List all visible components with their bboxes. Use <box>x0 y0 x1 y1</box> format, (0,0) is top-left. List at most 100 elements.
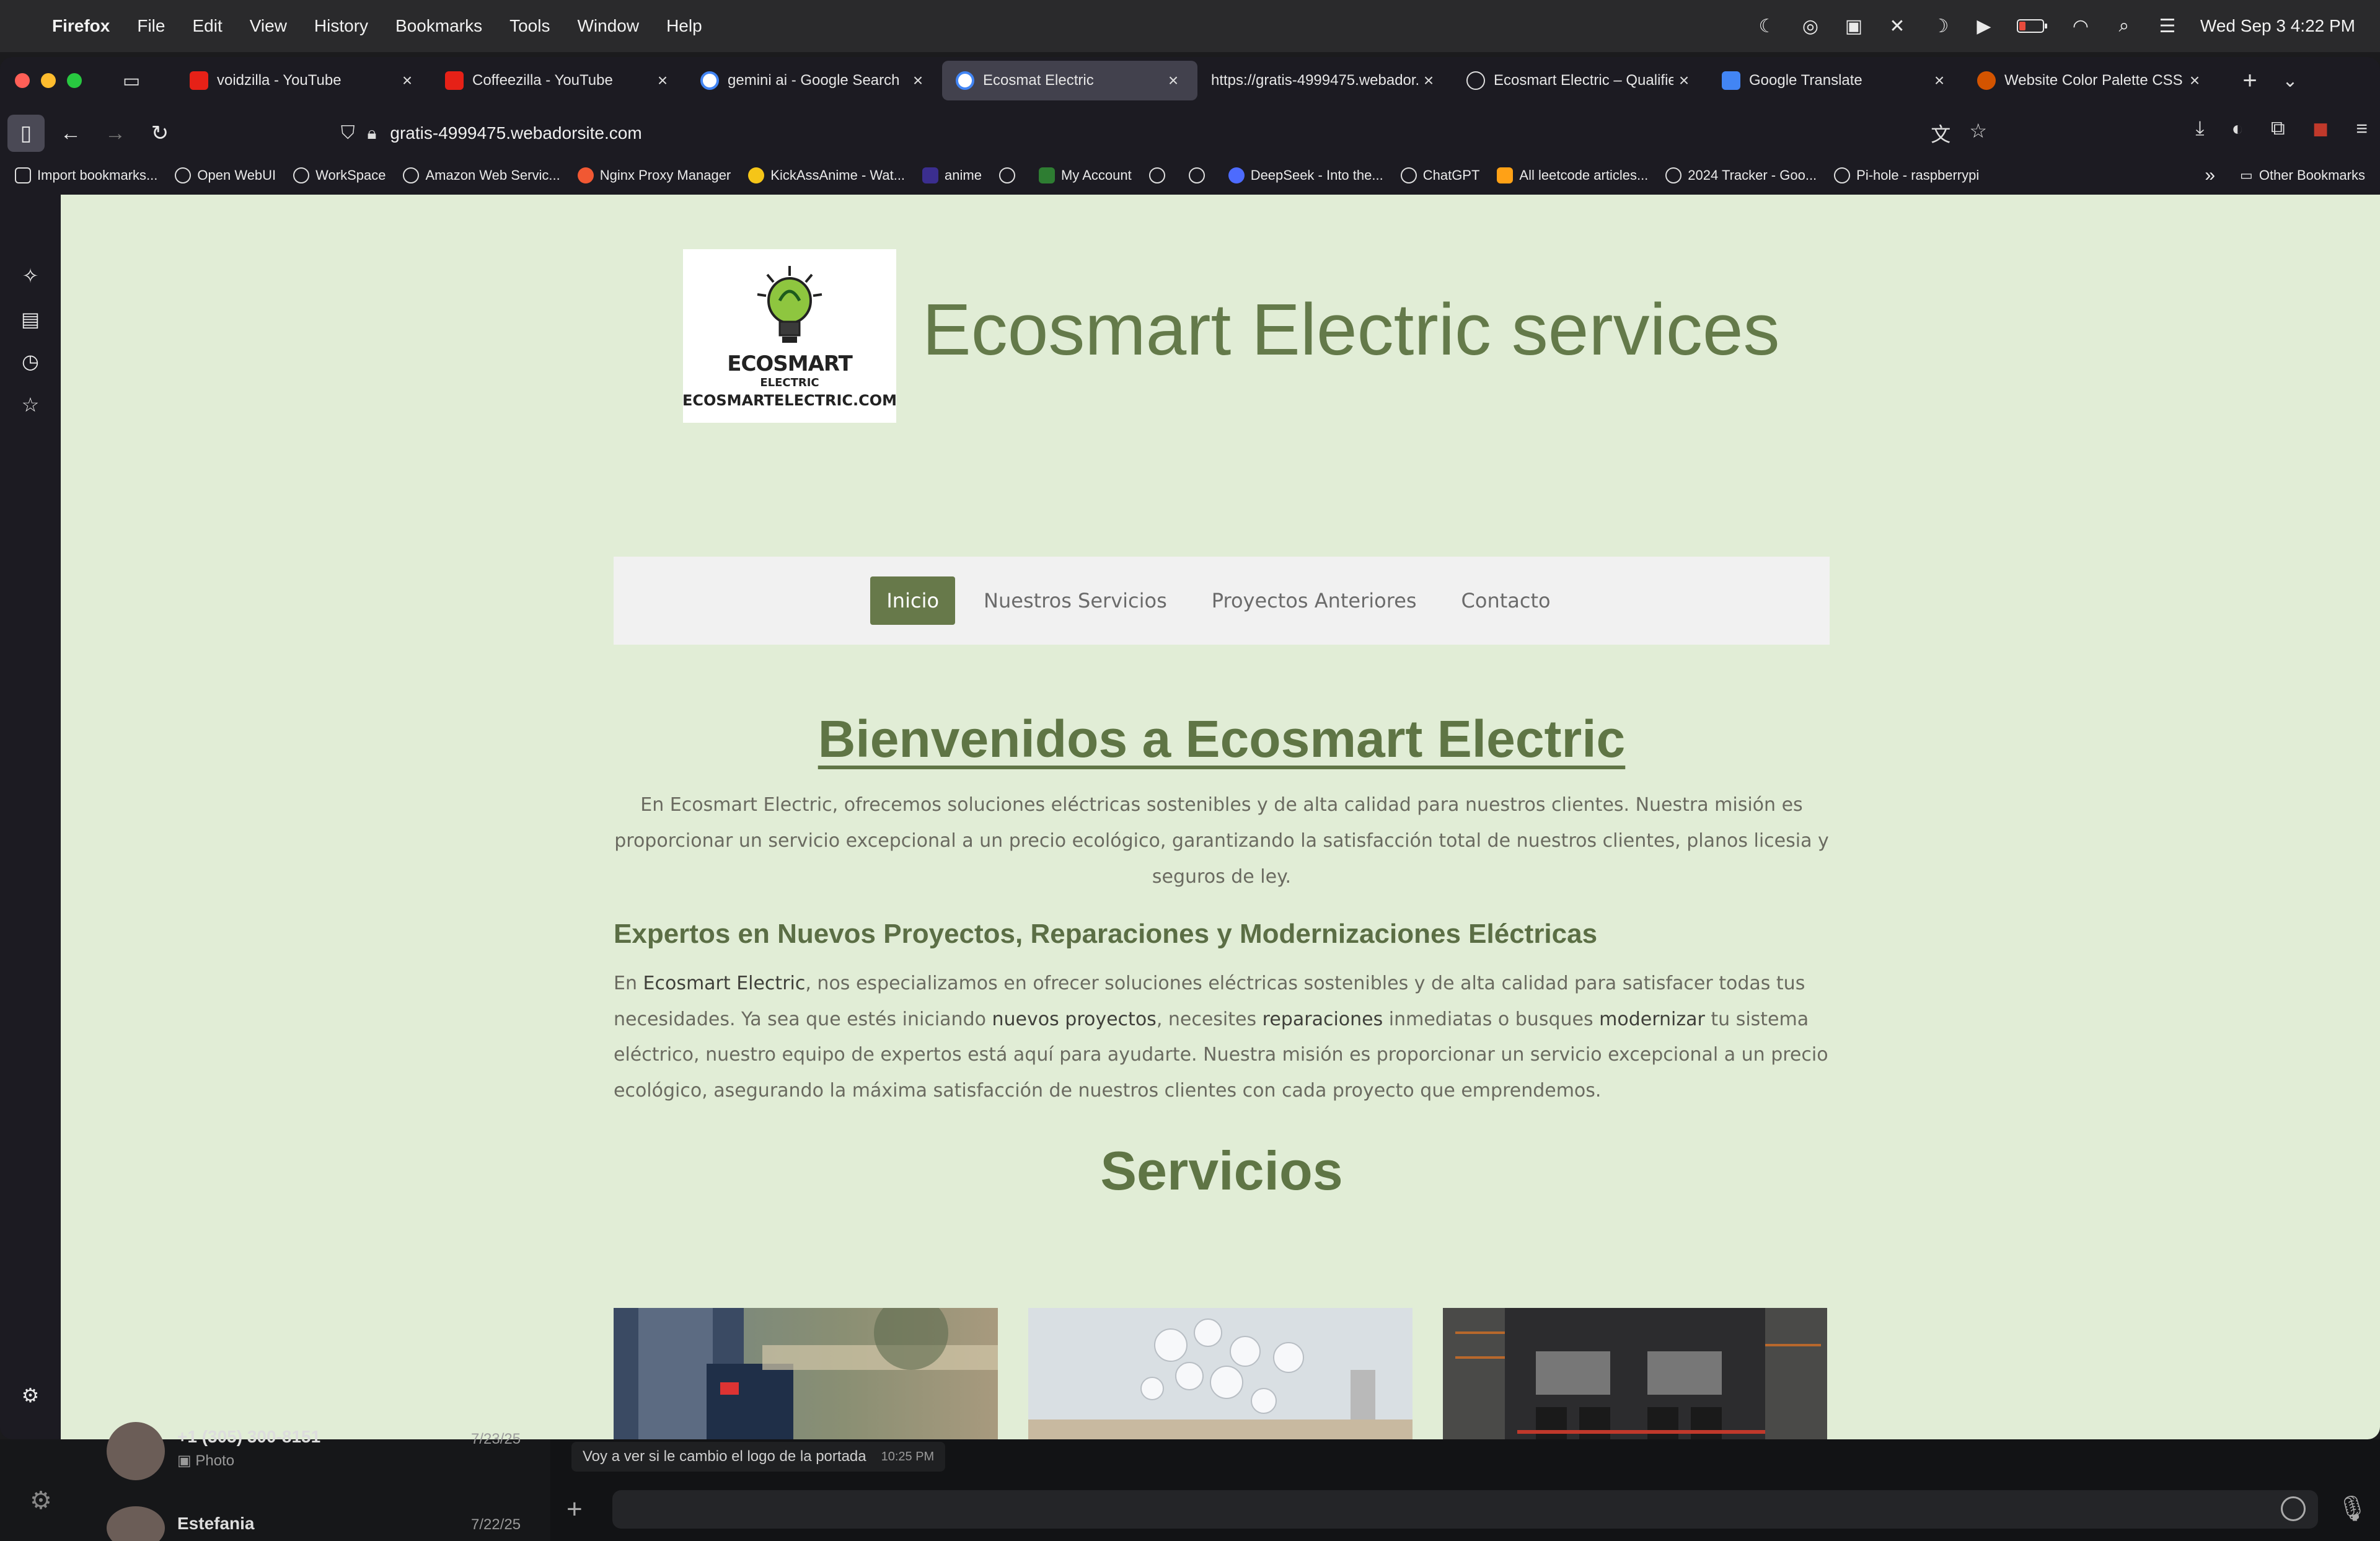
tab-ecosmart-qualified[interactable]: Ecosmart Electric – Qualified × <box>1453 61 1708 100</box>
bookmark-anime[interactable]: anime <box>922 167 982 183</box>
extensions-icon[interactable]: ⧉ <box>2271 117 2285 140</box>
bookmark-kickassanime[interactable]: KickAssAnime - Wat... <box>748 167 905 183</box>
welcome-heading[interactable]: Bienvenidos a Ecosmart Electric <box>614 709 1830 769</box>
bookmark-workspace[interactable]: WorkSpace <box>293 167 386 183</box>
list-all-tabs-chevron-icon[interactable]: ⌄ <box>2268 70 2312 92</box>
menu-view[interactable]: View <box>250 16 287 36</box>
message-compose-input[interactable] <box>612 1490 2318 1529</box>
history-clock-icon[interactable]: ◷ <box>17 348 43 374</box>
menu-tools[interactable]: Tools <box>509 16 550 36</box>
menu-help[interactable]: Help <box>666 16 702 36</box>
tab-coffeezilla[interactable]: Coffeezilla - YouTube × <box>431 61 687 100</box>
emoji-icon[interactable] <box>2281 1496 2306 1521</box>
new-tab-button[interactable]: + <box>2231 67 2268 95</box>
forward-arrow-icon[interactable]: → <box>97 115 134 152</box>
hamburger-menu-icon[interactable]: ≡ <box>2356 117 2368 140</box>
close-window-button[interactable] <box>15 73 30 88</box>
back-arrow-icon[interactable]: ← <box>52 115 89 152</box>
nav-proyectos-anteriores[interactable]: Proyectos Anteriores <box>1189 576 1439 625</box>
bookmark-aws[interactable]: Amazon Web Servic... <box>403 167 560 183</box>
chat-contact-name[interactable]: +1 (305) 300-8151 <box>177 1427 320 1447</box>
close-tab-icon[interactable]: × <box>1673 71 1695 91</box>
sidebar-toggle-icon[interactable]: ▯ <box>7 115 45 152</box>
chat-preview-text: Photo <box>195 1452 235 1469</box>
lock-icon[interactable]: 🔒︎ <box>368 123 377 144</box>
service-image-ev-charger[interactable] <box>614 1308 998 1439</box>
moon-crescent-icon[interactable]: ☾ <box>1756 15 1778 37</box>
service-image-lighting[interactable] <box>1028 1308 1413 1439</box>
menu-file[interactable]: File <box>137 16 165 36</box>
play-icon[interactable]: ▶ <box>1973 15 1994 37</box>
account-icon[interactable]: ◐ <box>2232 117 2244 140</box>
bookmark-star-icon[interactable]: ☆ <box>1969 119 1987 148</box>
synced-tabs-icon[interactable]: ▤ <box>17 306 43 332</box>
bookmark-import[interactable]: Import bookmarks... <box>15 167 157 183</box>
tab-google-translate[interactable]: Google Translate × <box>1708 61 1963 100</box>
menu-bookmarks[interactable]: Bookmarks <box>395 16 482 36</box>
close-tab-icon[interactable]: × <box>652 71 673 91</box>
menu-window[interactable]: Window <box>577 16 639 36</box>
service-image-electrical-panel[interactable] <box>1443 1308 1827 1439</box>
site-logo[interactable]: ECOSMART ELECTRIC ECOSMARTELECTRIC.COM <box>682 249 897 423</box>
chat-contact-preview: ▣ Photo <box>177 1452 234 1470</box>
url-text[interactable]: gratis-4999475.webadorsite.com <box>390 123 641 143</box>
attach-plus-icon[interactable]: + <box>566 1494 583 1525</box>
menubar-datetime[interactable]: Wed Sep 3 4:22 PM <box>2200 16 2355 36</box>
battery-icon[interactable] <box>2016 15 2048 37</box>
status-circle-icon[interactable]: ◎ <box>1800 15 1821 37</box>
close-tab-icon[interactable]: × <box>907 71 928 91</box>
tab-ecosmat-electric[interactable]: Ecosmat Electric × <box>942 61 1197 100</box>
search-icon[interactable]: ⌕ <box>2113 15 2135 37</box>
microphone-icon[interactable]: 🎙︎ <box>2337 1494 2368 1523</box>
wifi-icon[interactable]: ◠ <box>2070 15 2091 37</box>
chat-contact-name[interactable]: Estefania <box>177 1514 255 1534</box>
minimize-window-button[interactable] <box>41 73 56 88</box>
bookmark-leetcode[interactable]: All leetcode articles... <box>1497 167 1648 183</box>
bookmarks-star-icon[interactable]: ☆ <box>17 392 43 418</box>
bookmark-2024-tracker[interactable]: 2024 Tracker - Goo... <box>1665 167 1817 183</box>
muted-icon[interactable]: ✕ <box>1887 15 1908 37</box>
reload-icon[interactable]: ↻ <box>141 115 178 152</box>
shield-icon[interactable]: ⛉ <box>341 123 355 144</box>
bookmark-nginx[interactable]: Nginx Proxy Manager <box>577 167 731 183</box>
avatar[interactable] <box>107 1422 165 1480</box>
menu-history[interactable]: History <box>314 16 368 36</box>
close-tab-icon[interactable]: × <box>397 71 418 91</box>
bookmark-globe-1[interactable] <box>998 167 1021 183</box>
address-bar[interactable]: ⛉ 🔒︎ gratis-4999475.webadorsite.com 文 ☆ <box>328 114 2002 152</box>
control-center-icon[interactable]: ☰ <box>2157 15 2178 37</box>
other-bookmarks-folder[interactable]: ▭ Other Bookmarks <box>2240 167 2365 183</box>
bookmark-my-account[interactable]: My Account <box>1038 167 1132 183</box>
chevrons-right-icon[interactable]: » <box>2205 165 2215 186</box>
close-tab-icon[interactable]: × <box>1418 71 1439 91</box>
nav-inicio[interactable]: Inicio <box>870 576 956 625</box>
zoom-window-button[interactable] <box>67 73 82 88</box>
close-tab-icon[interactable]: × <box>2184 71 2205 91</box>
extension-badge-icon[interactable]: ◼ <box>2312 117 2329 140</box>
tab-gemini-search[interactable]: gemini ai - Google Search × <box>687 61 942 100</box>
bookmark-globe-3[interactable] <box>1188 167 1211 183</box>
focus-moon-icon[interactable]: ☽ <box>1930 15 1951 37</box>
tab-overview-icon[interactable]: ▭ <box>118 67 145 94</box>
robot-icon[interactable]: ▣ <box>1843 15 1864 37</box>
nav-nuestros-servicios[interactable]: Nuestros Servicios <box>961 576 1189 625</box>
bookmark-pihole[interactable]: Pi-hole - raspberrypi <box>1834 167 1979 183</box>
settings-gear-icon[interactable]: ⚙ <box>17 1382 43 1408</box>
bookmark-globe-2[interactable] <box>1148 167 1171 183</box>
close-tab-icon[interactable]: × <box>1929 71 1950 91</box>
bookmark-deepseek[interactable]: DeepSeek - Into the... <box>1228 167 1383 183</box>
bookmark-chatgpt[interactable]: ChatGPT <box>1400 167 1479 183</box>
tab-color-palette[interactable]: Website Color Palette CSS S × <box>1963 61 2219 100</box>
menu-app-name[interactable]: Firefox <box>52 16 110 36</box>
chat-settings-gear-icon[interactable]: ⚙ <box>30 1486 52 1515</box>
ai-sparkle-icon[interactable]: ✧ <box>17 263 43 289</box>
nav-contacto[interactable]: Contacto <box>1439 576 1573 625</box>
menu-edit[interactable]: Edit <box>192 16 222 36</box>
tab-webador-url[interactable]: https://gratis-4999475.webador.com × <box>1197 61 1453 100</box>
translate-page-icon[interactable]: 文 <box>1931 119 1950 148</box>
downloads-icon[interactable]: ⤓ <box>2195 117 2204 140</box>
tab-voidzilla[interactable]: voidzilla - YouTube × <box>176 61 431 100</box>
site-title[interactable]: Ecosmart Electric services <box>922 288 1780 372</box>
bookmark-open-webui[interactable]: Open WebUI <box>175 167 276 183</box>
close-tab-icon[interactable]: × <box>1163 71 1184 91</box>
